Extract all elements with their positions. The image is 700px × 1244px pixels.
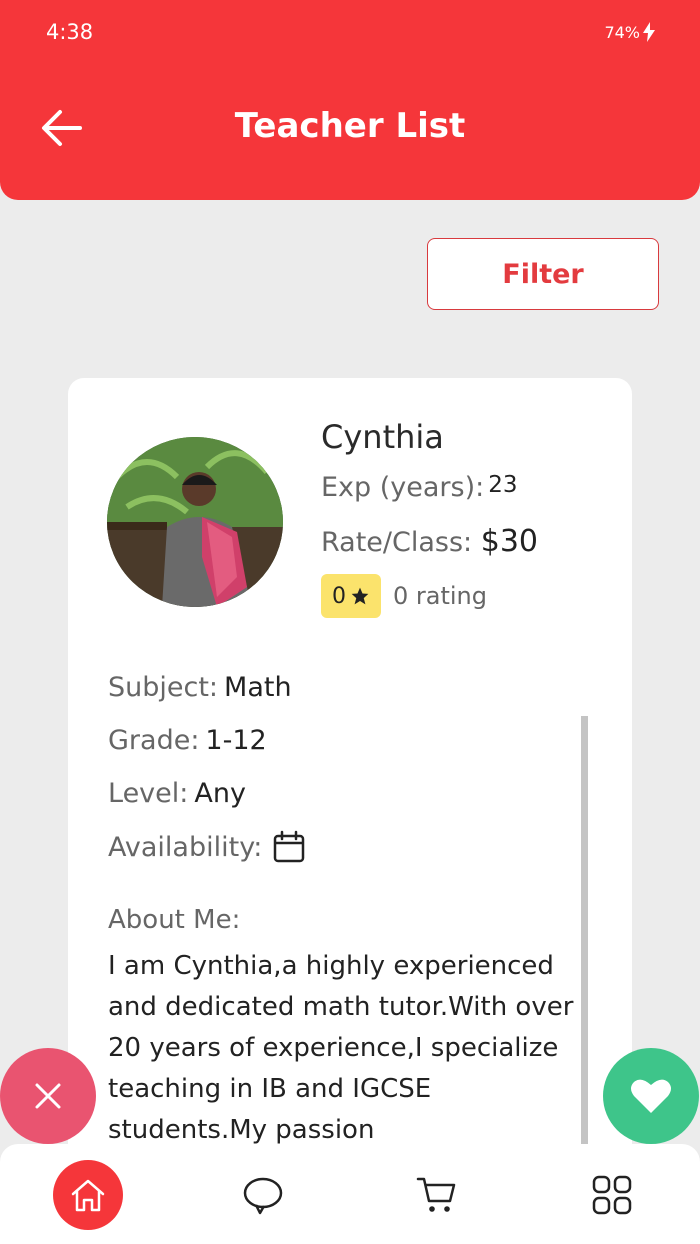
rate-row: Rate/Class: $30: [321, 524, 538, 559]
experience-row: Exp (years): 23: [321, 472, 518, 503]
grade-label: Grade:: [108, 725, 200, 756]
rating-value: 0: [332, 583, 346, 609]
calendar-icon[interactable]: [272, 830, 306, 864]
status-time: 4:38: [46, 20, 94, 44]
battery-percent: 74%: [604, 22, 640, 42]
rate-label: Rate/Class:: [321, 527, 473, 558]
level-value: Any: [194, 778, 246, 809]
cart-icon: [416, 1177, 456, 1212]
subject-row: Subject: Math: [108, 672, 292, 703]
like-button[interactable]: [603, 1048, 699, 1144]
charging-icon: [643, 22, 655, 42]
filter-button[interactable]: Filter: [427, 238, 659, 310]
level-row: Level: Any: [108, 778, 246, 809]
home-icon: [71, 1179, 105, 1212]
nav-grid[interactable]: [577, 1160, 647, 1230]
about-text: I am Cynthia,a highly experienced and de…: [108, 951, 574, 1145]
heart-icon: [631, 1079, 671, 1113]
rating-badge: 0: [321, 574, 381, 618]
bottom-nav: [0, 1144, 700, 1244]
star-icon: [351, 587, 369, 605]
teacher-name: Cynthia: [321, 418, 444, 456]
nav-chat[interactable]: [228, 1160, 298, 1230]
close-icon: [35, 1083, 61, 1109]
experience-label: Exp (years):: [321, 472, 485, 503]
availability-row: Availability:: [108, 830, 306, 864]
teacher-avatar: [107, 437, 283, 607]
experience-value: 23: [488, 472, 518, 498]
teacher-card[interactable]: Cynthia Exp (years): 23 Rate/Class: $30 0…: [68, 378, 632, 1178]
nav-cart[interactable]: [402, 1160, 472, 1230]
availability-label: Availability:: [108, 831, 263, 863]
rating-row: 0 0 rating: [321, 574, 487, 618]
subject-value: Math: [224, 672, 292, 703]
app-header: 4:38 74% Teacher List: [0, 0, 700, 200]
level-label: Level:: [108, 778, 189, 809]
battery-status: 74%: [604, 22, 656, 42]
chat-icon: [243, 1177, 283, 1215]
rating-count: 0 rating: [393, 582, 487, 610]
grade-value: 1-12: [205, 725, 267, 756]
grade-row: Grade: 1-12: [108, 725, 267, 756]
rate-value: $30: [480, 524, 538, 559]
card-scrollbar[interactable]: [581, 716, 588, 1178]
about-label: About Me:: [108, 905, 241, 935]
page-title: Teacher List: [234, 106, 466, 146]
subject-label: Subject:: [108, 672, 219, 703]
nav-home[interactable]: [53, 1160, 123, 1230]
reject-button[interactable]: [0, 1048, 96, 1144]
grid-icon: [592, 1175, 632, 1215]
